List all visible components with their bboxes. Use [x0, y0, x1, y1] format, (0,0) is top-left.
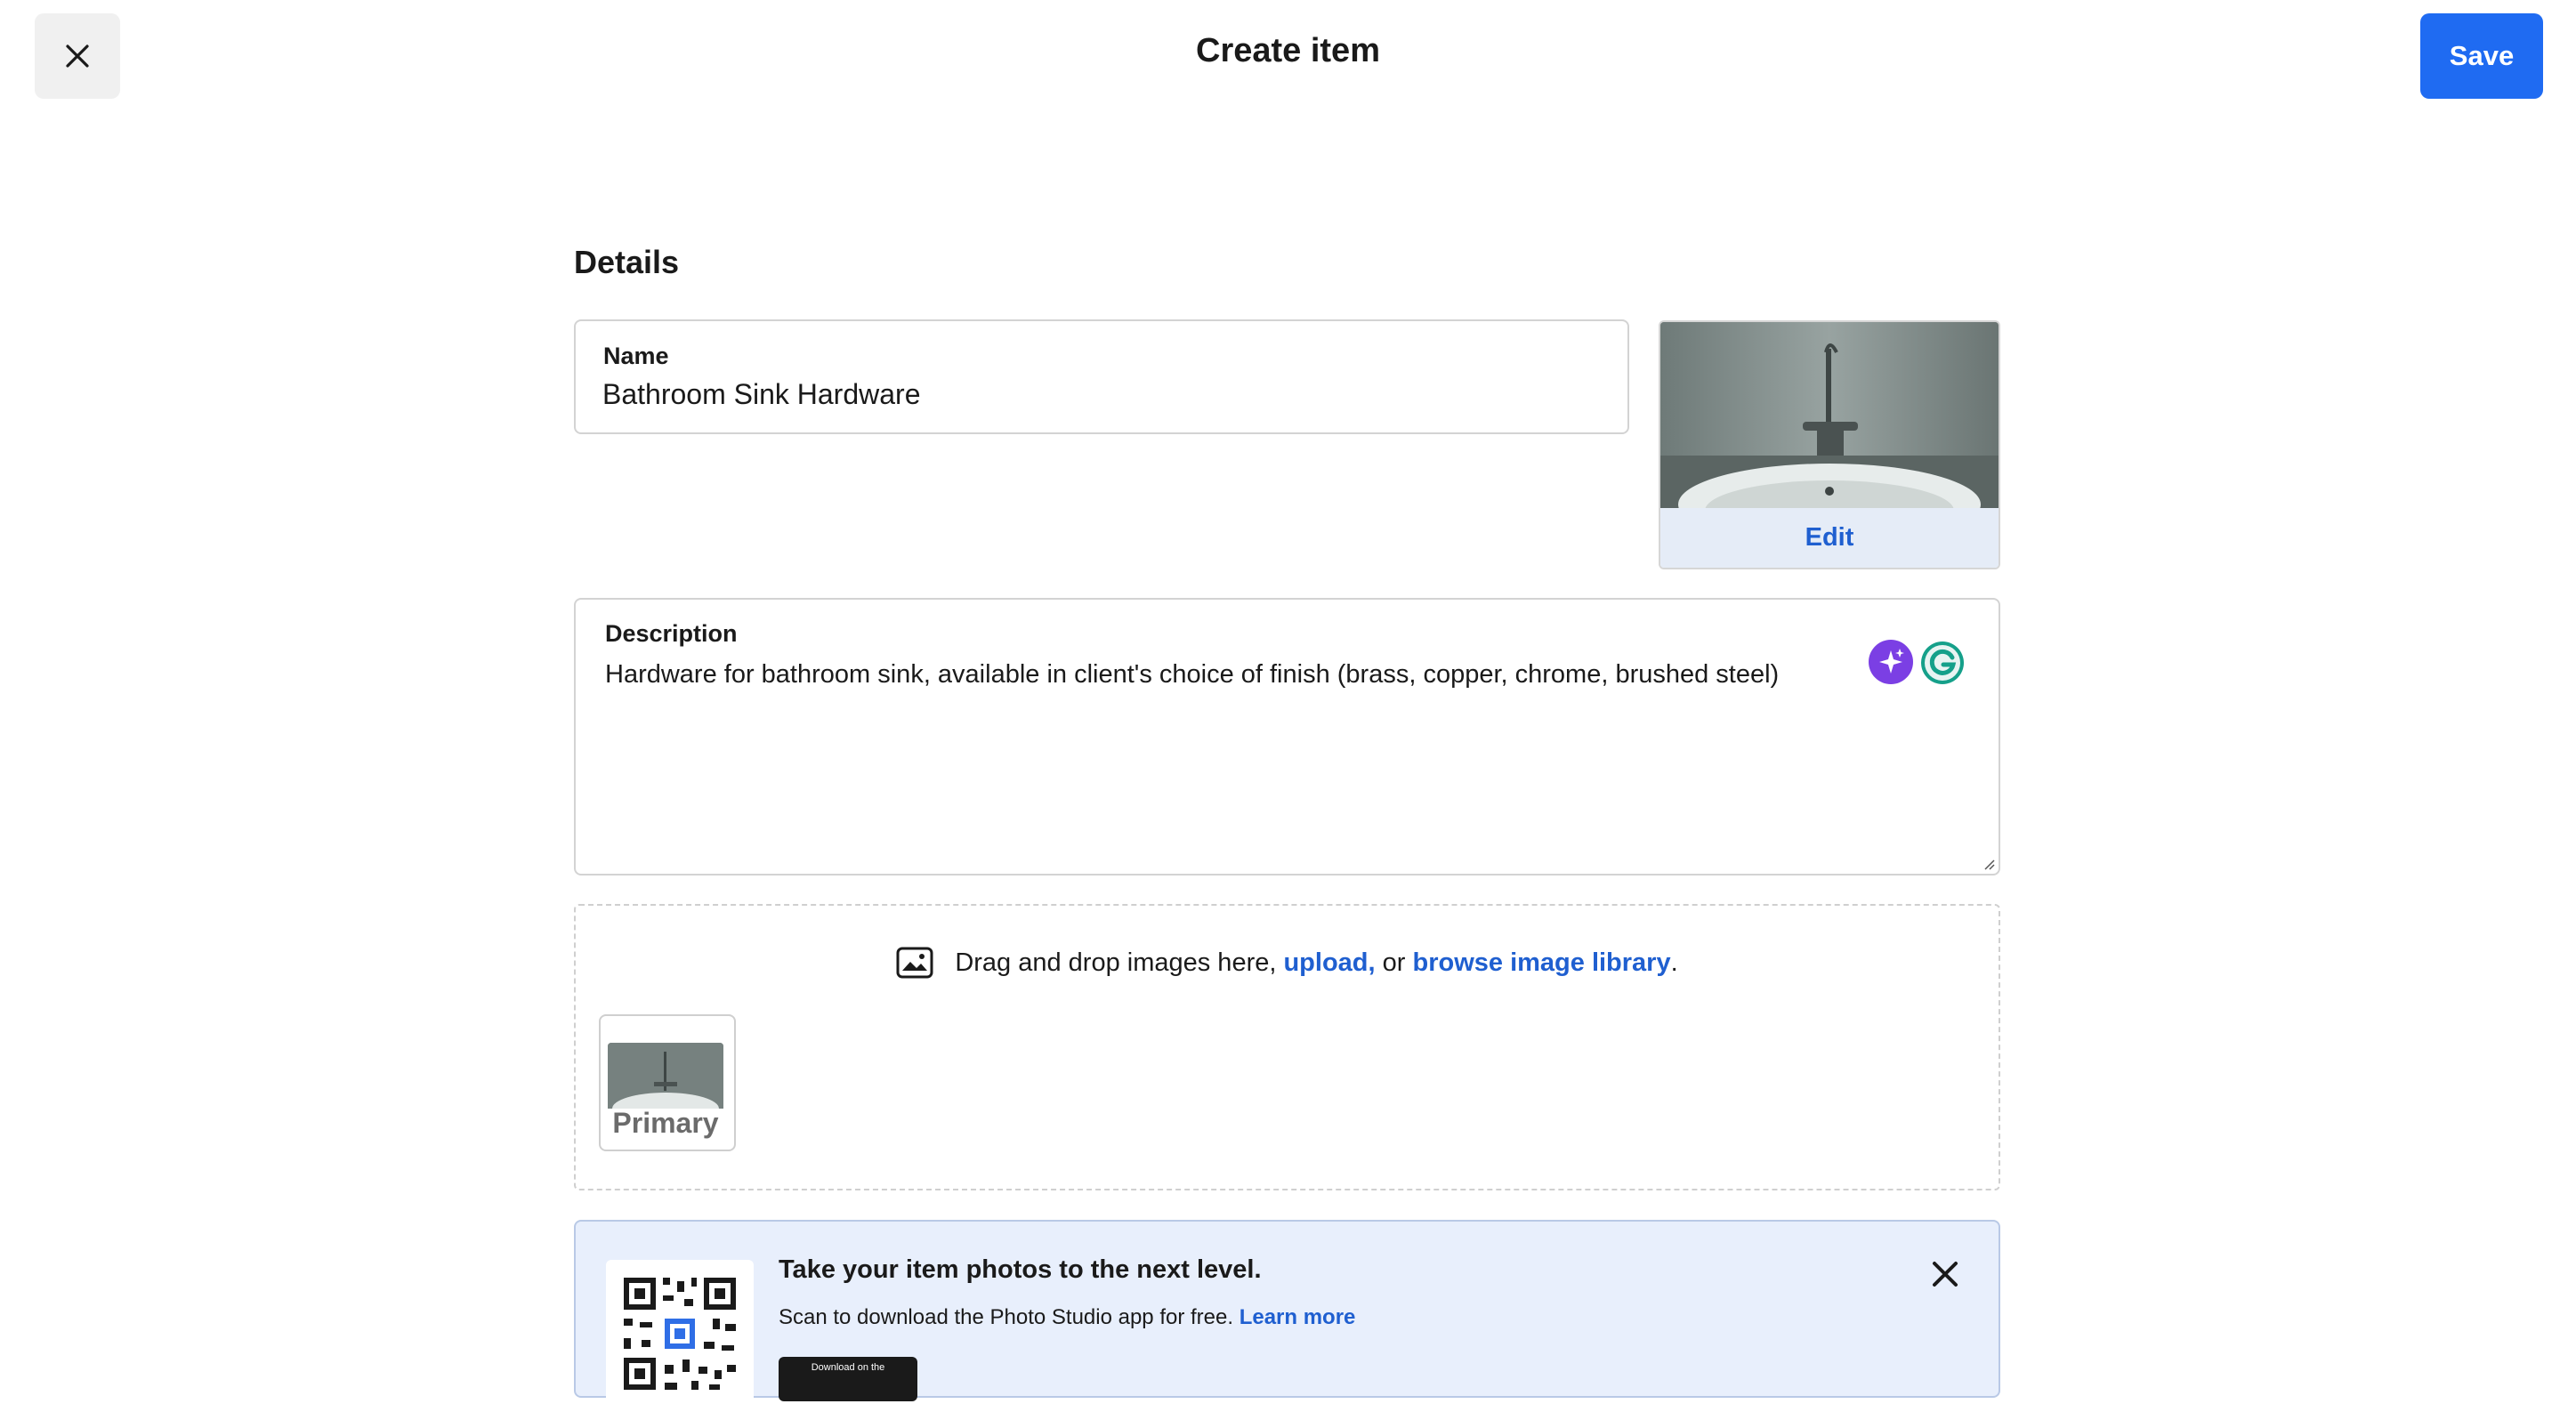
item-image-card[interactable]: Edit — [1659, 320, 2000, 569]
upload-link[interactable]: upload, — [1283, 948, 1375, 978]
save-button[interactable]: Save — [2420, 13, 2543, 99]
primary-image-tile[interactable]: Primary — [599, 1014, 736, 1151]
drop-instructions: Drag and drop images here, upload, or br… — [576, 947, 1999, 979]
ai-sparkle-icon[interactable] — [1869, 640, 1913, 684]
edit-image-button[interactable]: Edit — [1660, 508, 1999, 568]
item-thumbnail — [1660, 322, 1999, 545]
name-input[interactable] — [602, 378, 1581, 411]
photo-studio-promo-banner: Take your item photos to the next level.… — [574, 1220, 2000, 1408]
close-icon[interactable] — [1930, 1259, 1960, 1289]
app-store-badge[interactable]: Download on the — [779, 1357, 917, 1401]
browse-library-link[interactable]: browse image library — [1412, 948, 1670, 978]
page-title: Create item — [1196, 32, 1380, 69]
promo-title: Take your item photos to the next level. — [779, 1255, 1262, 1284]
description-field[interactable]: Description Hardware for bathroom sink, … — [574, 598, 2000, 875]
grammarly-icon[interactable] — [1919, 640, 1966, 686]
promo-subtitle-text: Scan to download the Photo Studio app fo… — [779, 1305, 1240, 1329]
qr-code — [606, 1260, 754, 1408]
primary-label: Primary — [612, 1107, 719, 1139]
primary-image-thumbnail — [608, 1043, 723, 1109]
name-label: Name — [603, 343, 669, 369]
or-text: or — [1375, 948, 1413, 977]
resize-grip-icon[interactable] — [1981, 856, 1995, 870]
promo-subtitle: Scan to download the Photo Studio app fo… — [779, 1305, 1355, 1330]
section-title-details: Details — [574, 244, 680, 280]
description-label: Description — [605, 620, 738, 647]
image-drop-zone[interactable]: Drag and drop images here, upload, or br… — [574, 904, 2000, 1190]
description-input[interactable]: Hardware for bathroom sink, available in… — [605, 660, 1815, 714]
image-icon — [896, 947, 933, 979]
learn-more-link[interactable]: Learn more — [1240, 1305, 1356, 1329]
drop-text: Drag and drop images here, — [955, 948, 1284, 977]
name-field[interactable]: Name — [574, 319, 1629, 434]
period-text: . — [1670, 948, 1678, 977]
